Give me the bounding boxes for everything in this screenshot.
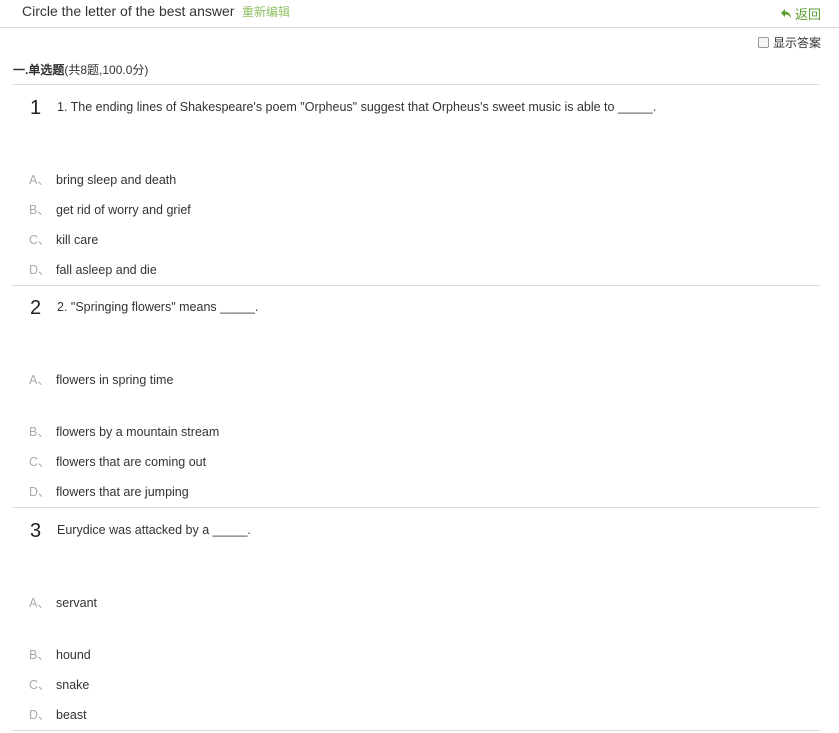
option-text: get rid of worry and grief bbox=[56, 203, 191, 217]
option-letter: B、 bbox=[29, 648, 50, 662]
option-letter: A、 bbox=[29, 596, 50, 610]
option-letter: B、 bbox=[29, 203, 50, 217]
back-link[interactable]: 返回 bbox=[780, 4, 821, 23]
option-text: fall asleep and die bbox=[56, 263, 157, 277]
option-letter: D、 bbox=[29, 263, 51, 277]
option-b[interactable]: B、 hound bbox=[29, 644, 91, 663]
option-a[interactable]: A、 bring sleep and death bbox=[29, 169, 176, 188]
option-letter: B、 bbox=[29, 425, 50, 439]
option-letter: A、 bbox=[29, 173, 50, 187]
option-text: servant bbox=[56, 596, 97, 610]
show-answer-checkbox[interactable] bbox=[757, 37, 769, 48]
question-text: 1. The ending lines of Shakespeare's poe… bbox=[57, 100, 657, 114]
page-title: Circle the letter of the best answer bbox=[22, 3, 235, 19]
option-text: snake bbox=[56, 678, 90, 692]
option-letter: A、 bbox=[29, 373, 50, 387]
section-meta: (共8题,100.0分) bbox=[64, 63, 149, 77]
option-text: kill care bbox=[56, 233, 99, 247]
section-title-text: 一.单选题 bbox=[13, 63, 65, 77]
option-letter: C、 bbox=[29, 678, 51, 692]
option-d[interactable]: D、 flowers that are jumping bbox=[29, 481, 189, 500]
question-number: 2 bbox=[30, 297, 42, 319]
option-b[interactable]: B、 flowers by a mountain stream bbox=[29, 421, 219, 440]
option-a[interactable]: A、 flowers in spring time bbox=[29, 369, 173, 388]
option-letter: D、 bbox=[29, 708, 51, 722]
option-text: flowers that are jumping bbox=[56, 485, 189, 499]
option-text: flowers that are coming out bbox=[56, 455, 207, 469]
section-title: 一.单选题(共8题,100.0分) bbox=[13, 61, 148, 78]
option-letter: D、 bbox=[29, 485, 51, 499]
option-text: flowers by a mountain stream bbox=[56, 425, 220, 439]
option-text: hound bbox=[56, 648, 91, 662]
question-number: 3 bbox=[30, 520, 42, 542]
divider bbox=[12, 730, 820, 731]
question-number: 1 bbox=[30, 97, 42, 119]
option-d[interactable]: D、 fall asleep and die bbox=[29, 259, 157, 278]
show-answer-toggle[interactable]: 显示答案 bbox=[757, 34, 821, 51]
option-c[interactable]: C、 flowers that are coming out bbox=[29, 451, 206, 470]
divider bbox=[12, 285, 820, 286]
option-d[interactable]: D、 beast bbox=[29, 704, 87, 723]
option-letter: C、 bbox=[29, 455, 51, 469]
option-letter: C、 bbox=[29, 233, 51, 247]
top-bar: Circle the letter of the best answer 重新编… bbox=[0, 0, 839, 28]
option-a[interactable]: A、 servant bbox=[29, 592, 97, 611]
re-edit-link[interactable]: 重新编辑 bbox=[242, 3, 290, 20]
divider bbox=[12, 507, 820, 508]
option-text: bring sleep and death bbox=[56, 173, 177, 187]
option-text: flowers in spring time bbox=[56, 373, 174, 387]
option-c[interactable]: C、 kill care bbox=[29, 229, 98, 248]
question-text: 2. "Springing flowers" means _____. bbox=[57, 300, 259, 314]
back-arrow-icon bbox=[780, 8, 791, 18]
option-b[interactable]: B、 get rid of worry and grief bbox=[29, 199, 191, 218]
option-c[interactable]: C、 snake bbox=[29, 674, 89, 693]
question-text: Eurydice was attacked by a _____. bbox=[57, 523, 251, 537]
option-text: beast bbox=[56, 708, 87, 722]
back-label: 返回 bbox=[794, 7, 821, 22]
divider bbox=[12, 84, 820, 85]
show-answer-label: 显示答案 bbox=[772, 36, 821, 50]
